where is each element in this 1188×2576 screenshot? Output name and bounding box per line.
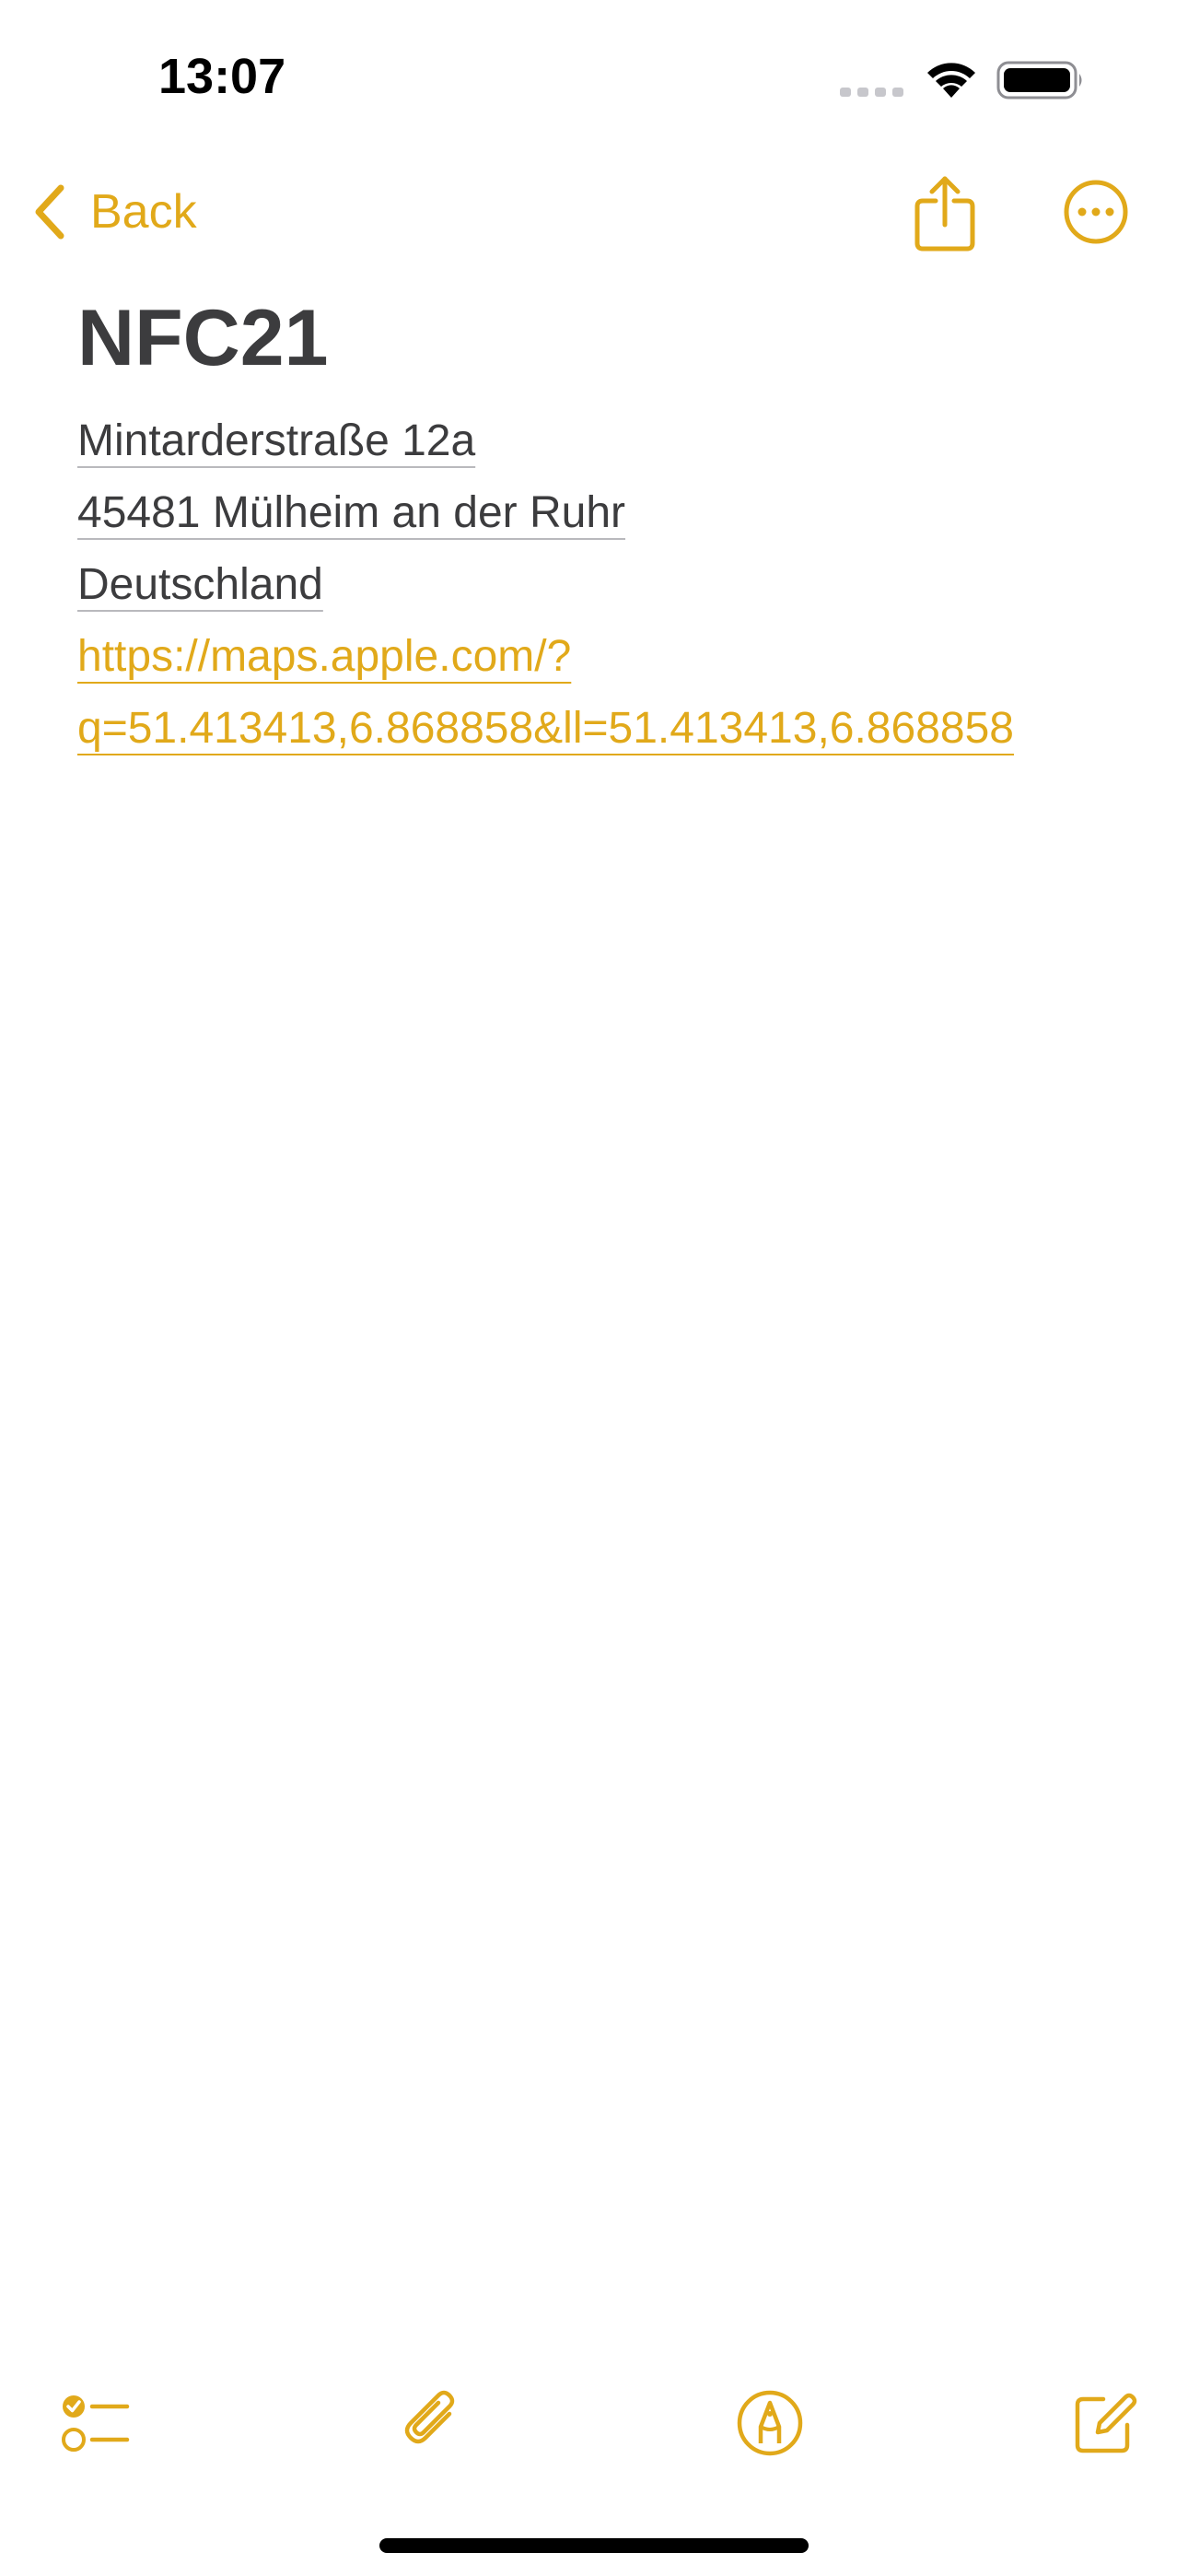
battery-icon [996,61,1082,100]
back-label: Back [90,185,197,239]
status-time: 13:07 [158,49,286,104]
checklist-icon[interactable] [57,2386,131,2460]
home-indicator[interactable] [379,2538,809,2553]
note-body[interactable]: NFC21 Mintarderstraße 12a 45481 Mülheim … [77,287,1127,765]
bottom-toolbar [0,2368,1188,2478]
cellular-signal-icon [840,88,903,97]
wifi-icon [927,63,975,98]
address-line-city[interactable]: 45481 Mülheim an der Ruhr [77,488,625,537]
address-line-street[interactable]: Mintarderstraße 12a [77,416,475,465]
chevron-left-icon [35,184,64,240]
ellipsis-circle-icon[interactable] [1063,179,1129,245]
maps-link-line1[interactable]: https://maps.apple.com/? [77,632,571,681]
nav-bar: Back [0,157,1188,267]
share-icon[interactable] [912,173,978,252]
note-title[interactable]: NFC21 [77,287,1127,389]
address-line-country[interactable]: Deutschland [77,560,323,609]
back-button[interactable]: Back [31,175,197,249]
compose-icon[interactable] [1068,2386,1142,2460]
markup-pen-icon[interactable] [733,2386,807,2460]
status-bar: 13:07 [0,0,1188,157]
maps-link-line2[interactable]: q=51.413413,6.868858&ll=51.413413,6.8688… [77,704,1014,753]
paperclip-icon[interactable] [396,2386,470,2460]
